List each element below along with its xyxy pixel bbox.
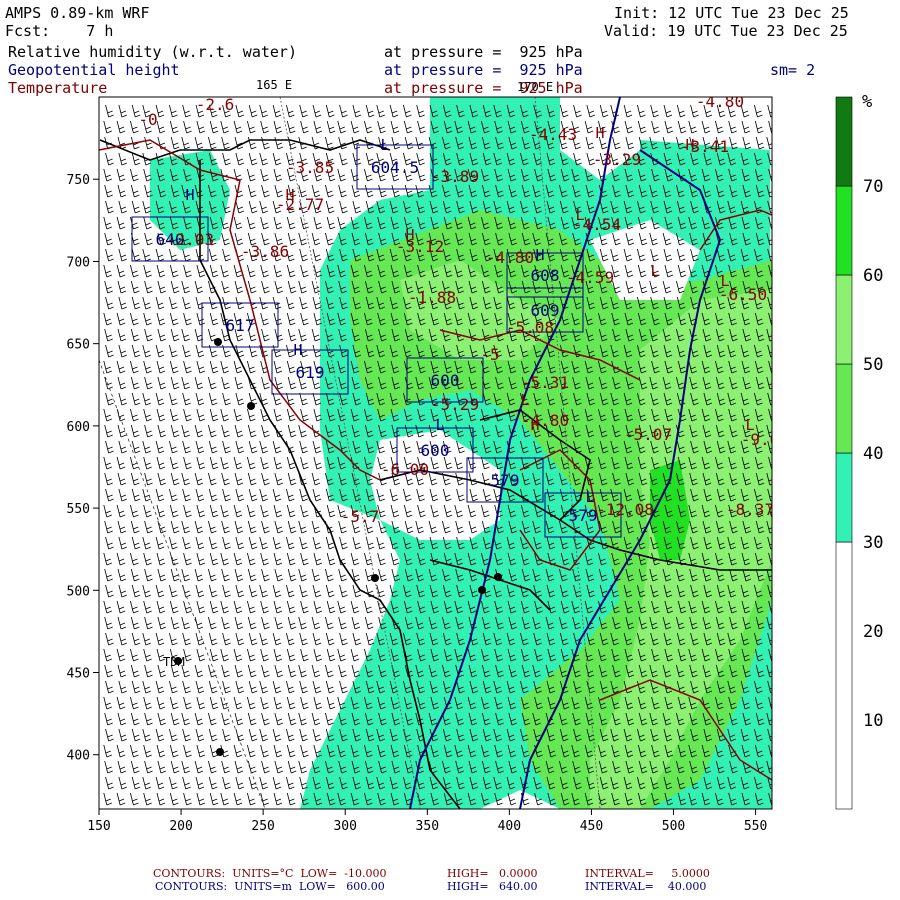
colorbar-band — [835, 452, 853, 543]
colorbar-tick-label: 50 — [863, 355, 883, 375]
colorbar-band — [835, 363, 853, 454]
temperature-label: -3.29 — [593, 150, 641, 169]
x-tick-label: 500 — [662, 819, 685, 834]
height-center-marker: H — [535, 246, 544, 264]
footer-height-contours: CONTOURS: UNITS=m LOW= 600.00 — [155, 880, 385, 893]
temperature-label: -5.29 — [431, 395, 479, 414]
temperature-label: -6.00 — [381, 460, 429, 479]
temperature-label: -5 — [480, 345, 499, 364]
temperature-label: -3.86 — [241, 242, 289, 261]
y-axis-ticks: 750 700 650 600 550 500 450 400 — [67, 173, 99, 764]
temperature-label: -5.31 — [521, 373, 569, 392]
temperature-center-marker: L — [745, 416, 754, 434]
temperature-label: -3.89 — [431, 167, 479, 186]
temperature-label: -3.12 — [396, 237, 444, 256]
height-center-marker: L — [435, 416, 444, 434]
colorbar-tick-label: 30 — [863, 533, 883, 553]
height-center-marker: L — [380, 136, 389, 154]
colorbar-tick-label: 20 — [863, 622, 883, 642]
temperature-label: -8.37 — [726, 500, 774, 519]
station-dot — [494, 573, 502, 581]
colorbar-band — [835, 274, 853, 365]
temperature-center-marker: H — [685, 136, 694, 154]
temperature-label: -12.08 — [596, 500, 654, 519]
temperature-center-marker: L — [650, 262, 659, 280]
y-tick-label: 550 — [67, 502, 90, 517]
x-tick-label: 200 — [169, 819, 192, 834]
station-dot — [371, 574, 379, 582]
station-label: TDM — [163, 655, 185, 669]
height-center-marker: L — [585, 488, 594, 506]
temperature-center-marker: L — [575, 206, 584, 224]
temperature-label: -0 — [138, 110, 157, 129]
temperature-label: -5.07 — [624, 425, 672, 444]
temperature-label: -2.77 — [276, 195, 324, 214]
height-label: 600 — [431, 371, 460, 390]
temperature-label: -4.80 — [521, 411, 569, 430]
temperature-center-marker: L — [720, 272, 729, 290]
x-tick-label: 550 — [744, 819, 767, 834]
station-dot — [216, 748, 224, 756]
temperature-center-marker: H — [405, 226, 414, 244]
height-center-marker: H — [185, 186, 194, 204]
temperature-label: -4.59 — [566, 268, 614, 287]
height-label: 617 — [226, 316, 255, 335]
colorbar-band — [835, 541, 853, 810]
temperature-center-marker: L — [520, 391, 529, 409]
footer-temp-high: HIGH= 0.0000 — [447, 867, 538, 880]
y-tick-label: 750 — [67, 173, 90, 188]
colorbar-band — [835, 185, 853, 276]
footer-height-interval: INTERVAL= 40.000 — [585, 880, 707, 893]
temperature-label: -4.80 — [486, 248, 534, 267]
height-label: 608 — [531, 266, 560, 285]
temperature-label: -5.08 — [506, 318, 554, 337]
footer-height-high: HIGH= 640.00 — [447, 880, 538, 893]
height-center-marker: H — [293, 341, 302, 359]
x-tick-label: 350 — [416, 819, 439, 834]
x-tick-label: 250 — [251, 819, 274, 834]
colorbar-tick-label: 10 — [863, 711, 883, 731]
y-tick-label: 700 — [67, 255, 90, 270]
temperature-label: -1.88 — [408, 288, 456, 307]
height-label: 600 — [421, 441, 450, 460]
y-tick-label: 450 — [67, 667, 90, 682]
y-tick-label: 650 — [67, 338, 90, 353]
x-axis-ticks: 150 200 250 300 350 400 450 500 550 — [87, 809, 767, 834]
height-label: 604.5 — [371, 158, 419, 177]
temperature-center-marker: H — [530, 416, 539, 434]
colorbar-tick-label: 70 — [863, 177, 883, 197]
y-tick-label: 600 — [67, 420, 90, 435]
temperature-label: -3.85 — [286, 158, 334, 177]
colorbar-band — [835, 96, 853, 187]
temperature-label: -2.03 — [166, 230, 214, 249]
colorbar-tick-label: 60 — [863, 266, 883, 286]
colorbar-tick-label: 40 — [863, 444, 883, 464]
x-tick-label: 150 — [87, 819, 110, 834]
x-tick-label: 400 — [498, 819, 521, 834]
station-dot — [478, 586, 486, 594]
height-label: 579 — [491, 471, 520, 490]
colorbar: 70 60 50 40 30 20 10% — [835, 92, 883, 810]
temperature-label: -4.80 — [696, 92, 744, 111]
footer-temp-contours: CONTOURS: UNITS=°C LOW= -10.000 — [153, 867, 387, 880]
temperature-label: -4.43 — [529, 125, 577, 144]
y-tick-label: 500 — [67, 584, 90, 599]
x-tick-label: 300 — [333, 819, 356, 834]
station-dot — [214, 338, 222, 346]
station-dot — [247, 402, 255, 410]
x-tick-label: 450 — [580, 819, 603, 834]
colorbar-unit: % — [862, 92, 872, 112]
map-canvas: 604.5608609600619617640600579579LHHLLH -… — [67, 92, 884, 834]
temperature-center-marker: H — [285, 186, 294, 204]
footer-temp-interval: INTERVAL= 5.0000 — [585, 867, 710, 880]
temperature-center-marker: H — [595, 124, 604, 142]
height-label: 619 — [296, 363, 325, 382]
height-label: 579 — [569, 506, 598, 525]
temperature-label: -5.7 — [341, 507, 380, 526]
temperature-label: -2.6 — [196, 95, 235, 114]
y-tick-label: 400 — [67, 749, 90, 764]
